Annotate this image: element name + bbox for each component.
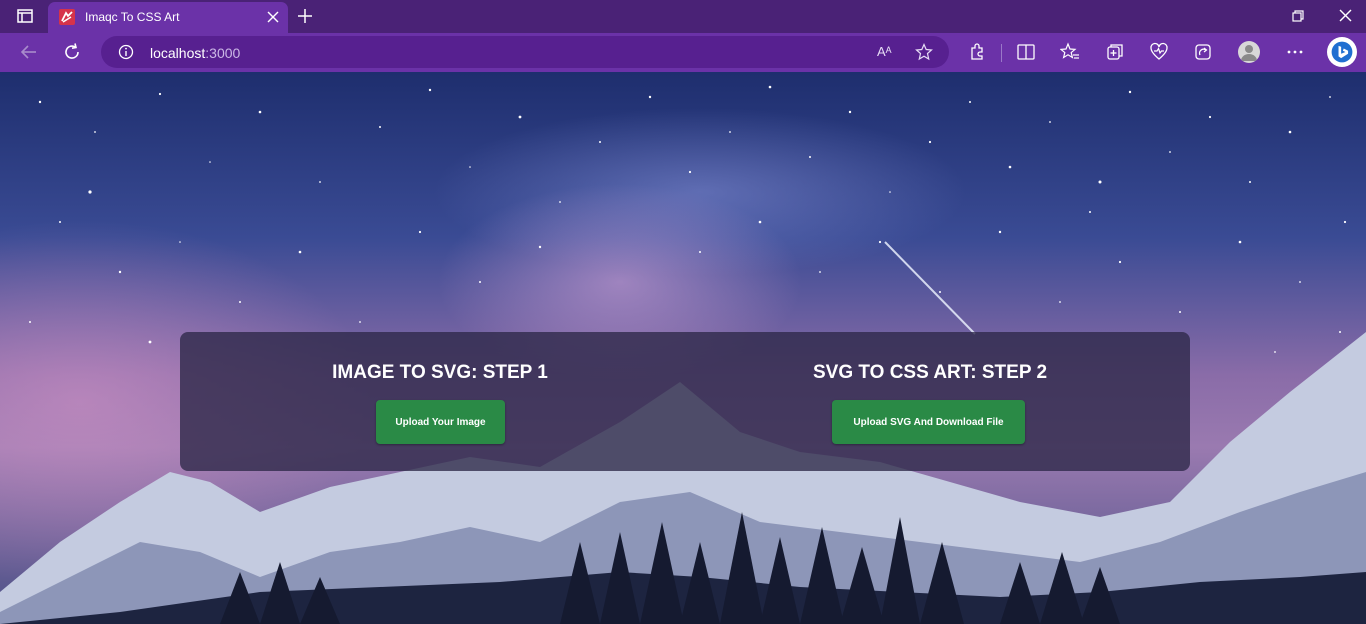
refresh-icon[interactable] — [62, 42, 82, 62]
tab-title: Imaqc To CSS Art — [85, 10, 180, 24]
address-bar[interactable]: localhost:3000 Aᴬ — [101, 36, 949, 68]
url-port: :3000 — [205, 45, 241, 61]
page-background: IMAGE TO SVG: STEP 1 Upload Your Image S… — [0, 72, 1366, 624]
extensions-icon[interactable] — [967, 42, 987, 62]
close-tab-icon[interactable] — [267, 11, 279, 23]
converter-panel: IMAGE TO SVG: STEP 1 Upload Your Image S… — [180, 332, 1190, 471]
title-bar: Imaqc To CSS Art — [0, 0, 1366, 33]
back-icon[interactable] — [19, 42, 39, 62]
restore-window-icon[interactable] — [1292, 10, 1304, 22]
step1-heading: IMAGE TO SVG: STEP 1 — [332, 362, 548, 383]
split-screen-icon[interactable] — [1016, 42, 1036, 62]
more-options-icon[interactable] — [1285, 42, 1305, 62]
window-menu-icon[interactable] — [17, 9, 33, 23]
new-tab-icon[interactable] — [297, 8, 313, 24]
collections-icon[interactable] — [1105, 42, 1125, 62]
close-window-icon[interactable] — [1339, 9, 1352, 22]
bing-copilot-icon[interactable] — [1327, 37, 1357, 67]
favorites-icon[interactable] — [1060, 42, 1080, 62]
tab-active[interactable]: Imaqc To CSS Art — [48, 2, 288, 33]
browser-essentials-icon[interactable] — [1149, 42, 1169, 62]
upload-image-button[interactable]: Upload Your Image — [376, 400, 505, 444]
profile-avatar[interactable] — [1238, 41, 1260, 63]
favicon-icon — [59, 9, 75, 25]
toolbar-separator — [1001, 44, 1002, 62]
performance-icon[interactable] — [1193, 42, 1213, 62]
url-host: localhost — [150, 45, 206, 61]
step2-heading: SVG TO CSS ART: STEP 2 — [812, 362, 1048, 383]
browser-toolbar: localhost:3000 Aᴬ — [0, 33, 1366, 72]
site-info-icon[interactable] — [118, 44, 134, 60]
read-aloud-icon[interactable]: Aᴬ — [877, 44, 892, 59]
upload-svg-button[interactable]: Upload SVG And Download File — [832, 400, 1025, 444]
add-favorite-icon[interactable] — [915, 43, 933, 61]
url-text[interactable]: localhost:3000 — [150, 45, 240, 61]
